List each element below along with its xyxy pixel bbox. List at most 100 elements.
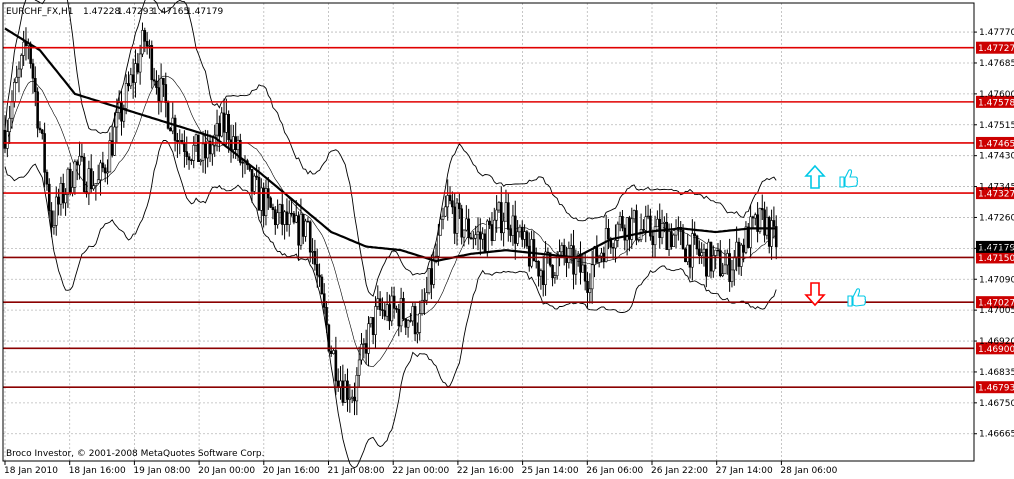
candle-body (698, 248, 701, 256)
candle-body (78, 155, 81, 166)
candle-body (334, 350, 338, 382)
candle-body (425, 292, 429, 301)
candle-body (460, 208, 463, 238)
candle-body (695, 235, 699, 250)
candle-body (66, 168, 70, 195)
candle-body (87, 168, 91, 195)
candle-body (343, 380, 347, 403)
candle-body (472, 237, 475, 240)
candle-body (749, 216, 752, 248)
y-tick-label: 1.47090 (979, 275, 1014, 285)
candle-body (593, 246, 596, 266)
candle-body (527, 245, 531, 267)
candle-body (131, 74, 135, 83)
candle (427, 267, 431, 295)
candle-body (455, 202, 459, 234)
candle-body (630, 218, 634, 240)
candle-body (423, 299, 426, 302)
candle-body (299, 213, 303, 246)
candle-body (539, 270, 543, 277)
candle-body (68, 168, 72, 194)
candle-body (192, 144, 196, 161)
y-tick-label: 1.47260 (979, 213, 1014, 223)
candle-body (388, 304, 391, 322)
candle-body (751, 216, 755, 219)
y-tick-label: 1.47600 (979, 90, 1014, 100)
candle-body (215, 123, 219, 136)
price-chart[interactable]: 1.477271.475781.474651.473271.471501.470… (0, 0, 1014, 479)
level-tag-label: 1.47727 (978, 44, 1014, 54)
candle-body (227, 113, 230, 141)
ohlc-open: 1.47228 (83, 7, 120, 17)
candle-body (339, 380, 342, 387)
candle-body (765, 217, 769, 236)
candle-body (551, 264, 554, 279)
level-tag-label: 1.47150 (978, 254, 1014, 264)
candle-body (20, 55, 23, 70)
candle-body (241, 162, 244, 164)
candle-body (45, 171, 49, 185)
candle-body (115, 112, 119, 128)
candle-body (322, 293, 326, 308)
candle-body (746, 226, 750, 248)
candle-body (483, 233, 487, 253)
candle-body (716, 249, 720, 252)
candle-body (222, 112, 226, 133)
candle-body (318, 274, 321, 278)
candle-body (273, 209, 277, 225)
candle-body (467, 218, 470, 238)
candle-body (644, 216, 648, 231)
candle-body (178, 140, 182, 142)
candle-body (511, 215, 515, 236)
level-tag-label: 1.46793 (978, 384, 1014, 394)
candle-body (632, 210, 636, 220)
candle-body (10, 101, 14, 119)
candle-body (513, 215, 517, 244)
candle-body (439, 218, 443, 236)
candle-body (301, 213, 305, 237)
candle-body (534, 260, 538, 263)
candle-body (702, 248, 706, 253)
y-tick-label: 1.47175 (979, 244, 1014, 254)
candle-body (600, 252, 603, 257)
candle-body (665, 221, 669, 250)
ohlc-high: 1.47293 (117, 7, 154, 17)
candle-body (390, 295, 394, 322)
candle-body (441, 215, 445, 220)
candle-body (64, 194, 67, 204)
candle-body (283, 211, 286, 225)
candle-body (488, 220, 491, 225)
y-tick-label: 1.46835 (979, 368, 1014, 378)
candle-body (714, 249, 717, 256)
candle-body (700, 252, 703, 256)
candle-body (684, 248, 687, 263)
candle-body (108, 140, 112, 173)
candle-body (199, 159, 203, 162)
candle-body (157, 87, 161, 102)
candle-body (707, 241, 710, 277)
candle-body (611, 247, 615, 249)
candle-body (285, 211, 289, 225)
candle-body (341, 380, 345, 403)
y-tick-label: 1.46920 (979, 337, 1014, 347)
candle-body (183, 143, 186, 152)
candle-body (709, 241, 713, 272)
candle-body (138, 53, 142, 73)
candle-body (686, 244, 689, 263)
candle-body (290, 212, 293, 215)
candle-body (462, 229, 466, 238)
candle-body (479, 231, 482, 240)
candle-body (681, 229, 685, 250)
candle-body (635, 210, 638, 241)
candle-body (3, 129, 7, 149)
candle-body (656, 218, 659, 228)
candle-body (197, 134, 200, 162)
candle-body (618, 216, 622, 225)
candle-body (581, 264, 585, 273)
candle-body (269, 197, 272, 208)
x-tick-label: 25 Jan 14:00 (522, 466, 579, 476)
candle-body (355, 374, 359, 402)
x-tick-label: 20 Jan 16:00 (263, 466, 320, 476)
candle-body (143, 30, 147, 42)
candle-body (204, 143, 207, 159)
